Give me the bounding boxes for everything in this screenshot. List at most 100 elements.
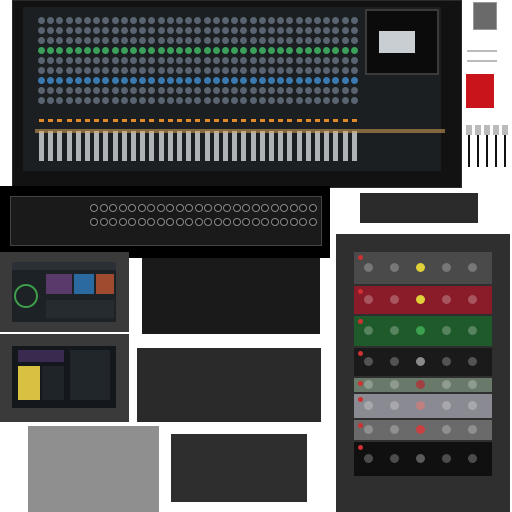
knob (38, 47, 45, 54)
knob (240, 57, 248, 64)
jack (223, 204, 231, 212)
knob (277, 97, 285, 104)
jack (175, 218, 184, 226)
knob (240, 77, 248, 84)
knob (185, 67, 193, 74)
knob (166, 37, 174, 44)
knob (93, 27, 101, 34)
knob (120, 77, 128, 84)
fader (57, 131, 63, 161)
knob (120, 17, 128, 24)
knob (286, 57, 294, 64)
knob (157, 27, 165, 34)
fader (351, 131, 357, 161)
knob (194, 97, 202, 104)
rack-knob (442, 454, 451, 463)
meter-led (39, 119, 44, 122)
fader-cap (475, 125, 481, 135)
meter-led (324, 119, 330, 122)
channel-strip (175, 13, 184, 163)
mixer-lcd (379, 31, 415, 53)
knob (111, 87, 119, 94)
rack-led (358, 397, 363, 402)
rack-knob (468, 401, 477, 410)
knob (84, 77, 91, 84)
clip-yellow (18, 366, 40, 400)
knob (231, 17, 239, 24)
knob (157, 87, 165, 94)
daw-screen-2-graphics (18, 350, 110, 400)
meter-led (204, 119, 210, 122)
fader (296, 131, 302, 161)
knob (148, 67, 156, 74)
knob (38, 57, 45, 64)
knob (304, 47, 312, 54)
knob (185, 77, 193, 84)
jack (147, 204, 155, 212)
knob (111, 37, 119, 44)
knob (314, 17, 321, 24)
jack (299, 204, 307, 212)
knob (231, 47, 239, 54)
knob (176, 87, 183, 94)
daw-screen-1-content (12, 262, 116, 322)
knob (295, 57, 303, 64)
knob (148, 77, 156, 84)
knob (194, 57, 202, 64)
knob (249, 67, 257, 74)
fader (324, 131, 330, 161)
rack-knob (416, 326, 425, 335)
rack-knob (390, 326, 399, 335)
knob (222, 67, 229, 74)
channel-strip (74, 13, 83, 163)
blank-panel-3 (171, 434, 307, 502)
fader (259, 131, 265, 161)
meter-led (296, 119, 302, 122)
knob (350, 97, 358, 104)
meter-led (94, 119, 100, 122)
rack-led (358, 351, 363, 356)
knob (157, 57, 165, 64)
knob (341, 97, 349, 104)
daw-timeline (46, 300, 114, 318)
knob (38, 97, 45, 104)
knob (56, 17, 64, 24)
knob (166, 77, 174, 84)
fader-stem (504, 135, 506, 167)
fader (149, 131, 155, 161)
meter-led (315, 119, 320, 122)
knob (323, 77, 331, 84)
knob (295, 77, 303, 84)
knob (314, 67, 321, 74)
jack (242, 204, 250, 212)
knob (139, 97, 147, 104)
meter-led (48, 119, 54, 122)
knob (332, 77, 340, 84)
knob (139, 17, 147, 24)
line-swatch (467, 50, 497, 62)
meter-led (305, 119, 311, 122)
knob (203, 87, 211, 94)
knob (102, 77, 110, 84)
knob (258, 37, 266, 44)
jack (232, 204, 241, 212)
knob (304, 77, 312, 84)
jack (204, 218, 212, 226)
knob (341, 17, 349, 24)
knob (194, 27, 202, 34)
daw-screen-2-content (12, 346, 116, 408)
knob (65, 57, 73, 64)
rack-knob (468, 380, 477, 389)
knob (47, 17, 55, 24)
rack-knob (442, 295, 451, 304)
knob (277, 27, 285, 34)
knob (268, 17, 275, 24)
rack-knob (390, 401, 399, 410)
knob (323, 27, 331, 34)
jack (99, 218, 108, 226)
fader (177, 131, 182, 161)
rack-knob (390, 454, 399, 463)
knob (249, 97, 257, 104)
knob (38, 37, 45, 44)
knob (139, 27, 147, 34)
